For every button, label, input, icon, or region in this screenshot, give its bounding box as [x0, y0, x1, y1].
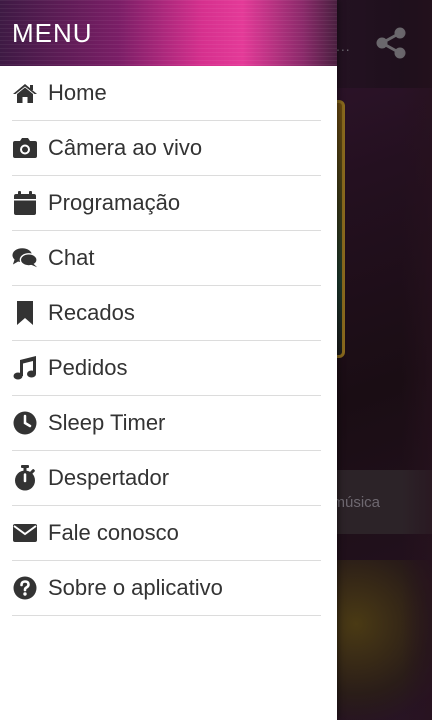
menu-item-messages[interactable]: Recados — [12, 286, 321, 341]
menu-label: Pedidos — [48, 355, 128, 380]
menu-label: Sleep Timer — [48, 410, 166, 435]
camera-icon — [12, 136, 38, 160]
menu-label: Home — [48, 80, 107, 105]
menu-item-schedule[interactable]: Programação — [12, 176, 321, 231]
menu-item-about[interactable]: Sobre o aplicativo — [12, 561, 321, 616]
menu-label: Recados — [48, 300, 135, 325]
home-icon — [12, 81, 38, 105]
drawer-title: MENU — [12, 18, 93, 48]
menu-item-chat[interactable]: Chat — [12, 231, 321, 286]
menu-item-requests[interactable]: Pedidos — [12, 341, 321, 396]
title-ellipsis: ... — [336, 38, 351, 54]
menu-label: Programação — [48, 190, 181, 215]
question-circle-icon — [12, 576, 38, 600]
menu-list: Home Câmera ao vivo Programação Chat Rec… — [0, 66, 337, 616]
menu-item-alarm[interactable]: Despertador — [12, 451, 321, 506]
menu-label: Sobre o aplicativo — [48, 575, 223, 600]
menu-item-sleep-timer[interactable]: Sleep Timer — [12, 396, 321, 451]
menu-item-contact[interactable]: Fale conosco — [12, 506, 321, 561]
envelope-icon — [12, 521, 38, 545]
menu-label: Fale conosco — [48, 520, 179, 545]
calendar-icon — [12, 191, 38, 215]
navigation-drawer: MENU Home Câmera ao vivo Programação Cha… — [0, 0, 337, 720]
chat-icon — [12, 246, 38, 270]
menu-item-home[interactable]: Home — [12, 66, 321, 121]
bookmark-icon — [12, 301, 38, 325]
menu-label: Câmera ao vivo — [48, 135, 203, 160]
menu-item-camera[interactable]: Câmera ao vivo — [12, 121, 321, 176]
drawer-header: MENU — [0, 0, 337, 66]
menu-label: Despertador — [48, 465, 170, 490]
clock-icon — [12, 411, 38, 435]
music-note-icon — [12, 356, 38, 380]
menu-label: Chat — [48, 245, 95, 270]
stopwatch-icon — [12, 465, 38, 491]
edge-fade — [402, 0, 432, 720]
